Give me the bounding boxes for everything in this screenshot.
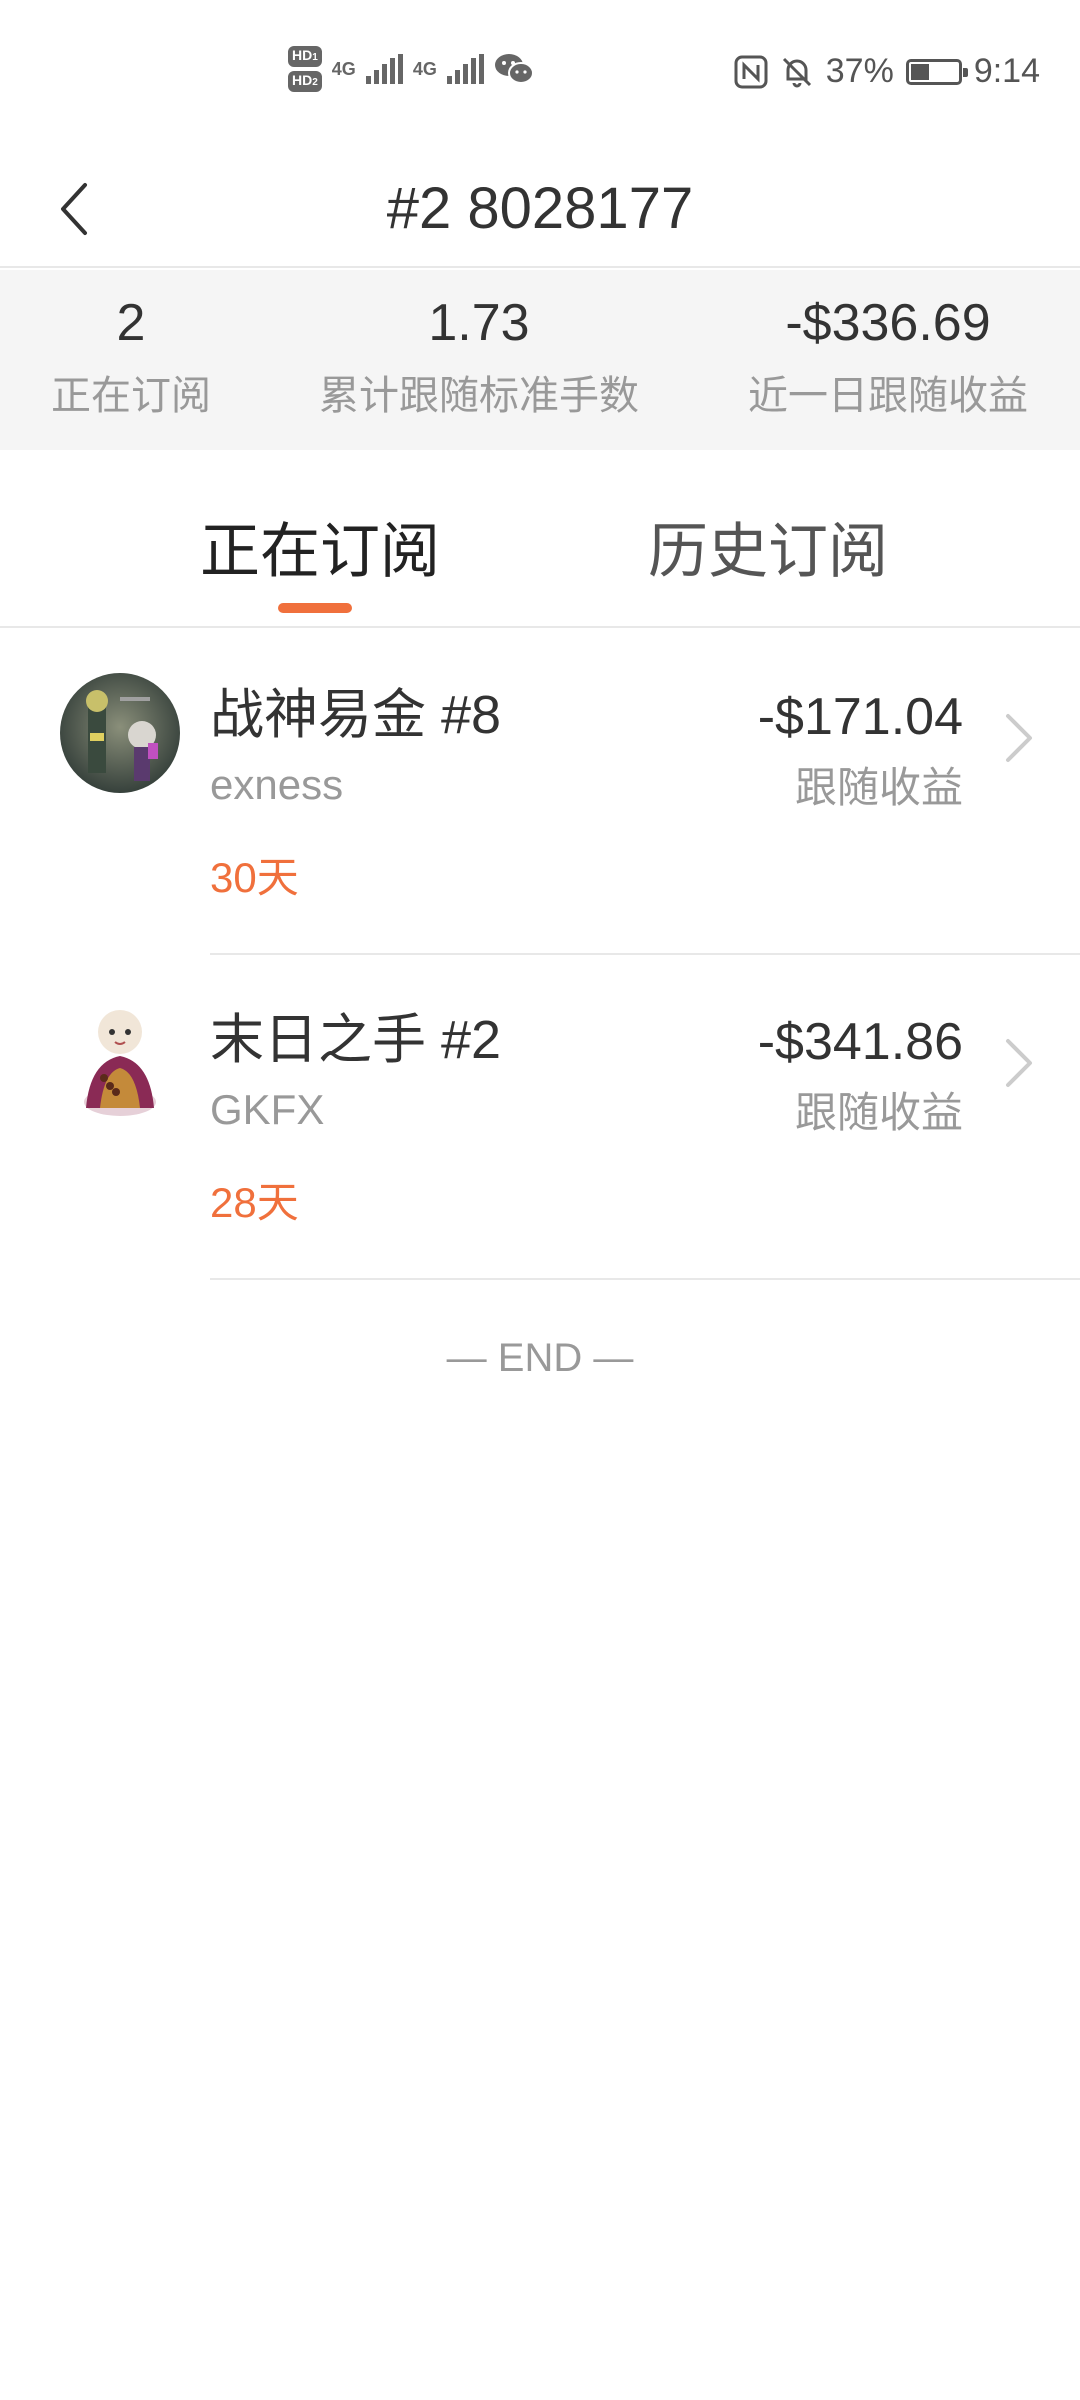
stat-total-lots: 1.73 累计跟随标准手数 (290, 288, 668, 428)
stat-value: 1.73 (428, 294, 530, 352)
divider (210, 1278, 1080, 1280)
chevron-right-icon (1006, 1039, 1032, 1087)
subscription-item[interactable]: 末日之手 #2 GKFX 28天 -$341.86 跟随收益 (0, 955, 1080, 1280)
battery-fill (910, 63, 930, 80)
follow-profit-value: -$171.04 (757, 688, 963, 746)
network-type-1: 4G (331, 58, 356, 79)
signal-icon (365, 54, 403, 84)
stat-value: -$336.69 (785, 294, 991, 352)
tab-active-subscriptions[interactable]: 正在订阅 (200, 512, 440, 592)
broker-name: exness (210, 761, 344, 808)
follow-profit-label: 跟随收益 (794, 764, 963, 811)
chevron-right-icon (1006, 714, 1032, 762)
tab-indicator (278, 603, 352, 613)
signal-icon (446, 54, 484, 84)
trader-name: 战神易金 #8 (210, 685, 502, 745)
stat-value: 2 (116, 294, 146, 352)
subscription-days: 28天 (210, 1179, 299, 1226)
subscription-days: 30天 (210, 854, 299, 901)
status-left-icons: HD1 HD2 4G 4G (288, 46, 534, 92)
nfc-icon (734, 55, 768, 88)
wechat-icon (494, 54, 534, 84)
stat-daily-profit: -$336.69 近一日跟随收益 (720, 288, 1056, 428)
stat-active-subscriptions: 2 正在订阅 (0, 288, 262, 428)
stat-label: 累计跟随标准手数 (319, 374, 639, 418)
clock: 9:14 (973, 52, 1040, 90)
subscription-item[interactable]: 战神易金 #8 exness 30天 -$171.04 跟随收益 (0, 630, 1080, 955)
stat-label: 近一日跟随收益 (748, 374, 1028, 418)
avatar (60, 998, 180, 1118)
avatar (60, 673, 180, 793)
status-bar: HD1 HD2 4G 4G 37% 9:14 (0, 0, 1080, 150)
network-type-2: 4G (412, 58, 437, 79)
follow-profit-label: 跟随收益 (794, 1089, 963, 1136)
mute-icon (782, 57, 811, 87)
tab-history-subscriptions[interactable]: 历史订阅 (648, 512, 888, 592)
follow-profit-value: -$341.86 (757, 1013, 963, 1071)
subscription-tabs: 正在订阅 历史订阅 (0, 450, 1080, 628)
stats-bar: 2 正在订阅 1.73 累计跟随标准手数 -$336.69 近一日跟随收益 (0, 270, 1080, 450)
hd-icon: HD1 HD2 (288, 46, 322, 92)
battery-percent: 37% (825, 52, 894, 90)
stat-label: 正在订阅 (51, 374, 211, 418)
trader-name: 末日之手 #2 (210, 1010, 502, 1070)
end-of-list: — END — (446, 1336, 634, 1380)
page-title: #2 8028177 (386, 176, 694, 241)
broker-name: GKFX (210, 1086, 325, 1133)
title-bar: #2 8028177 (0, 150, 1080, 268)
status-right-icons: 37% 9:14 (734, 52, 1040, 91)
battery-icon (905, 58, 968, 85)
